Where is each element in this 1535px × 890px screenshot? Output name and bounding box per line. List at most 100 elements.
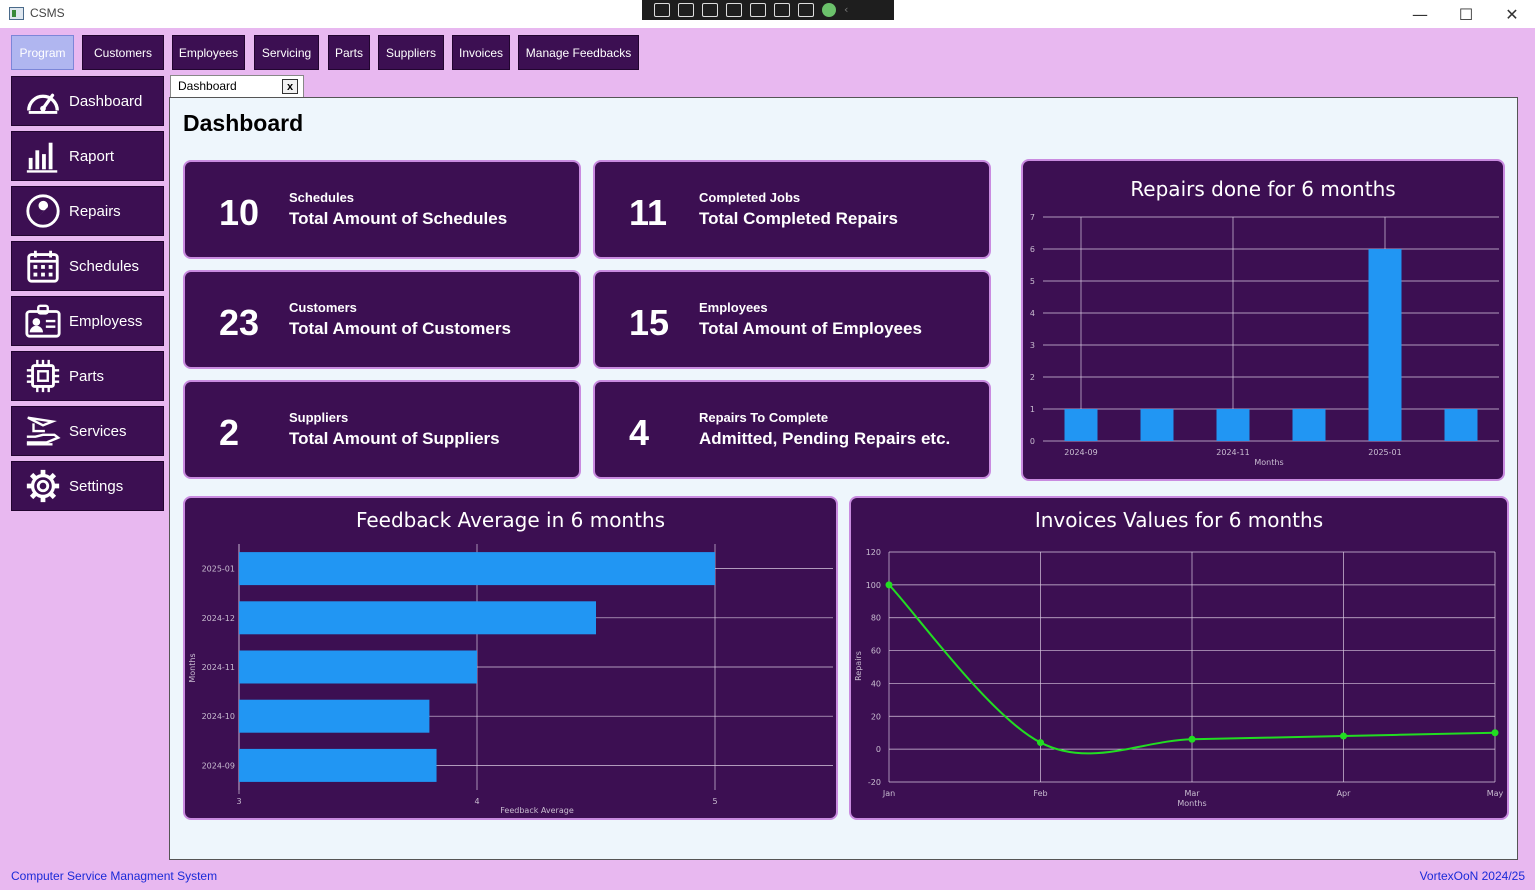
stat-label: Completed Jobs — [699, 190, 801, 205]
data-point — [885, 581, 893, 589]
stat-label: Repairs To Complete — [699, 410, 829, 425]
y-tick-label: 40 — [871, 679, 881, 688]
bar-chart-icon — [23, 136, 63, 176]
stat-description: Total Completed Repairs — [699, 209, 898, 228]
stat-description: Total Amount of Employees — [699, 319, 922, 338]
sidebar-item-label: Dashboard — [69, 92, 143, 110]
select-element-icon[interactable] — [702, 3, 718, 17]
x-axis-label: Months — [1254, 458, 1283, 467]
sidebar-item-label: Repairs — [69, 202, 121, 220]
bar — [1368, 249, 1402, 441]
app-icon — [9, 7, 24, 20]
y-tick-label: 6 — [1030, 245, 1035, 254]
y-tick-label: 20 — [871, 712, 881, 721]
tab-close-button[interactable]: x — [282, 79, 298, 94]
invoices-chart-card: Invoices Values for 6 months -20 0 20 40 60 8… — [849, 496, 1509, 820]
bar — [239, 650, 477, 684]
display-layout-icon[interactable] — [726, 3, 742, 17]
y-tick-label: 120 — [866, 548, 881, 557]
sidebar-item-parts[interactable]: Parts — [11, 351, 164, 401]
close-button[interactable]: ✕ — [1489, 0, 1535, 28]
menu-customers[interactable]: Customers — [82, 35, 164, 70]
data-point — [1037, 739, 1044, 747]
accessibility-icon[interactable] — [798, 3, 814, 17]
sidebar-item-schedules[interactable]: Schedules — [11, 241, 164, 291]
check-icon[interactable] — [822, 3, 836, 17]
menu-servicing[interactable]: Servicing — [254, 35, 319, 70]
stat-description: Total Amount of Suppliers — [289, 429, 500, 448]
y-tick-label: -20 — [868, 778, 881, 787]
x-axis-label: Months — [1177, 799, 1206, 808]
x-tick-label: May — [1487, 789, 1504, 798]
menu-suppliers[interactable]: Suppliers — [378, 35, 444, 70]
feedback-chart-card: Feedback Average in 6 months 3 4 5 2025-01 2… — [183, 496, 838, 820]
y-tick-label: 2024-10 — [202, 712, 235, 721]
track-focus-icon[interactable] — [750, 3, 766, 17]
stat-value: 11 — [629, 192, 668, 233]
stat-label: Suppliers — [289, 410, 349, 425]
stat-value: 2 — [219, 412, 240, 453]
speedometer-icon — [23, 81, 63, 121]
x-tick-label: 2024-09 — [1064, 448, 1097, 457]
stat-description: Admitted, Pending Repairs etc. — [699, 429, 951, 448]
sidebar-item-services[interactable]: Services — [11, 406, 164, 456]
stat-description: Total Amount of Customers — [289, 319, 511, 338]
stat-card-completed-jobs: 11 Completed Jobs Total Completed Repair… — [593, 160, 991, 259]
menu-invoices[interactable]: Invoices — [452, 35, 510, 70]
record-icon[interactable] — [678, 3, 694, 17]
y-tick-label: 60 — [871, 647, 881, 656]
data-point — [1188, 735, 1196, 743]
x-tick-label: Apr — [1337, 789, 1352, 798]
tab-dashboard[interactable]: Dashboard x — [170, 75, 304, 97]
menu-employees[interactable]: Employees — [172, 35, 245, 70]
repairs-chart-card: Repairs done for 6 months 0 1 2 3 4 5 6 7 2024-0… — [1021, 159, 1505, 481]
stat-card-suppliers: 2 Suppliers Total Amount of Suppliers — [183, 380, 581, 479]
live-tree-icon[interactable] — [654, 3, 670, 17]
maximize-button[interactable]: ☐ — [1443, 0, 1489, 28]
stat-label: Customers — [289, 300, 357, 315]
y-tick-label: 2024-11 — [202, 663, 235, 672]
stat-card-repairs-to-complete: 4 Repairs To Complete Admitted, Pending … — [593, 380, 991, 479]
sidebar-item-label: Employess — [69, 312, 143, 330]
bar — [1064, 409, 1098, 441]
data-point — [1491, 729, 1499, 737]
x-tick-label: Mar — [1184, 789, 1200, 798]
menu-program[interactable]: Program — [11, 35, 74, 70]
service-hand-icon — [23, 411, 63, 451]
hot-reload-icon[interactable] — [774, 3, 790, 17]
stat-card-employees: 15 Employees Total Amount of Employees — [593, 270, 991, 369]
page-title: Dashboard — [183, 110, 304, 136]
status-version: VortexOoN 2024/25 — [1419, 869, 1525, 883]
sidebar-item-dashboard[interactable]: Dashboard — [11, 76, 164, 126]
y-tick-label: 3 — [1030, 341, 1035, 350]
x-tick-label: 2024-11 — [1216, 448, 1249, 457]
tab-label: Dashboard — [178, 79, 237, 93]
sidebar-item-label: Settings — [69, 477, 124, 495]
dashboard-content: Dashboard 10 Schedules Total Amount of S… — [169, 97, 1518, 860]
sidebar-item-raport[interactable]: Raport — [11, 131, 164, 181]
minimize-button[interactable]: — — [1397, 0, 1443, 28]
stat-label: Employees — [699, 300, 768, 315]
bar — [239, 601, 596, 635]
wrench-icon — [23, 191, 63, 231]
stat-card-customers: 23 Customers Total Amount of Customers — [183, 270, 581, 369]
x-tick-label: 4 — [474, 797, 479, 806]
sidebar-item-settings[interactable]: Settings — [11, 461, 164, 511]
y-tick-label: 2024-12 — [202, 614, 235, 623]
status-app-name: Computer Service Managment System — [11, 869, 218, 883]
y-tick-label: 2025-01 — [202, 565, 235, 574]
sidebar-item-label: Schedules — [69, 257, 140, 275]
y-tick-label: 4 — [1030, 309, 1035, 318]
y-axis-label: Repairs — [854, 651, 863, 681]
sidebar-item-repairs[interactable]: Repairs — [11, 186, 164, 236]
y-tick-label: 100 — [866, 581, 881, 590]
collapse-icon[interactable]: ‹ — [844, 3, 854, 17]
sidebar-item-employess[interactable]: Employess — [11, 296, 164, 346]
y-tick-label: 1 — [1030, 405, 1035, 414]
menu-manage-feedbacks[interactable]: Manage Feedbacks — [518, 35, 639, 70]
id-badge-icon — [23, 301, 63, 341]
x-axis-label: Feedback Average — [500, 806, 574, 815]
menu-parts[interactable]: Parts — [328, 35, 370, 70]
gear-icon — [23, 466, 63, 506]
bar — [239, 552, 715, 586]
